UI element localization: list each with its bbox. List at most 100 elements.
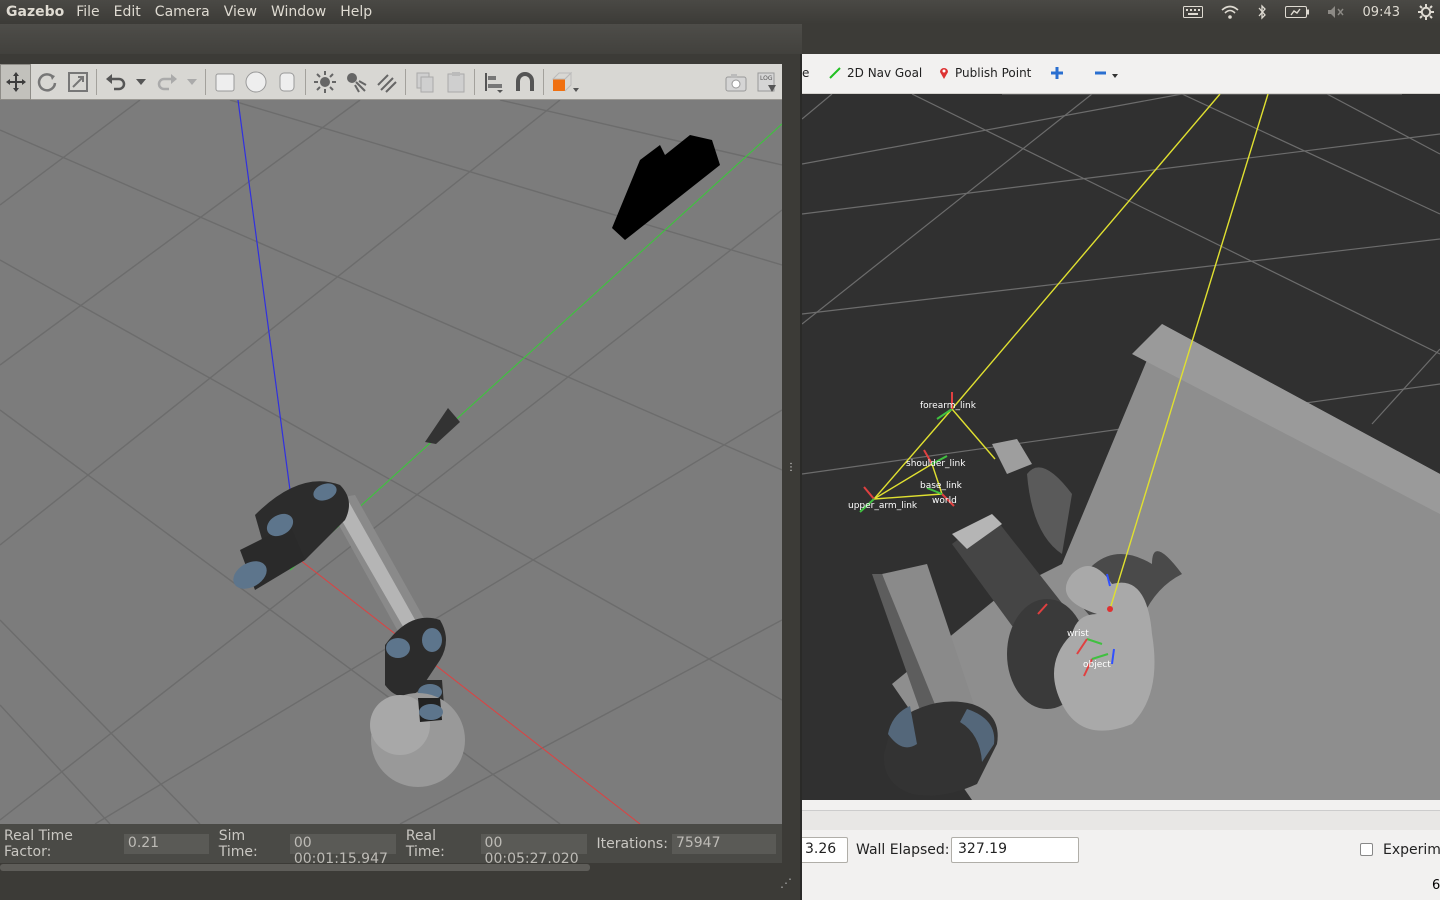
nav-goal-icon — [829, 67, 841, 79]
cylinder-shape-button[interactable] — [271, 64, 302, 100]
align-icon — [484, 72, 503, 93]
wall-elapsed-label: Wall Elapsed: — [856, 842, 950, 858]
snap-button[interactable] — [509, 64, 540, 100]
minus-icon — [1095, 71, 1118, 78]
redo-icon — [157, 73, 177, 90]
menu-view[interactable]: View — [224, 4, 257, 20]
menu-window[interactable]: Window — [271, 4, 326, 20]
wall-elapsed-field[interactable]: 327.19 — [951, 837, 1079, 863]
system-tray: 09:43 — [1182, 0, 1440, 24]
toolbar-separator — [205, 68, 206, 95]
keyboard-icon[interactable] — [1182, 6, 1203, 18]
gazebo-toolbar: LOG — [0, 63, 782, 100]
spotlight-icon — [346, 72, 366, 92]
real-time-value: 00 00:05:27.020 — [480, 833, 587, 867]
spot-light-button[interactable] — [340, 64, 371, 100]
gazebo-titlebar — [0, 24, 802, 54]
resize-grip[interactable]: ⋰ — [780, 876, 792, 890]
system-top-bar: Gazebo File Edit Camera View Window Help… — [0, 0, 1440, 24]
frame-label-forearm: forearm_link — [920, 401, 977, 411]
translate-mode-button[interactable] — [0, 63, 31, 100]
move-arrows-icon — [5, 71, 26, 92]
directional-light-button[interactable] — [371, 64, 402, 100]
frame-label-world: world — [932, 496, 957, 506]
gear-icon[interactable] — [1418, 4, 1434, 20]
sim-time-label: Sim Time: — [218, 827, 258, 860]
bluetooth-icon[interactable] — [1257, 4, 1267, 20]
scale-icon — [67, 71, 88, 92]
rviz-3d-view[interactable]: forearm_link shoulder_link base_link wor… — [802, 94, 1440, 800]
rviz-titlebar — [802, 24, 1440, 54]
toolbar-separator — [543, 68, 544, 95]
undo-button[interactable] — [100, 64, 131, 100]
scrollbar-thumb[interactable] — [0, 864, 590, 871]
plus-icon — [1051, 67, 1063, 79]
kinect-sensor-model — [612, 135, 720, 240]
sphere-shape-button[interactable] — [240, 64, 271, 100]
ur-robot-arm — [233, 481, 465, 787]
menu-camera[interactable]: Camera — [155, 4, 210, 20]
gazebo-statusbar: Real Time Factor: 0.21 Sim Time: 00 00:0… — [0, 824, 782, 867]
paste-button[interactable] — [440, 64, 471, 100]
x-axis — [299, 559, 641, 824]
camera-icon — [725, 73, 746, 91]
rviz-time-panel: 3.26 Wall Elapsed: 327.19 Experime — [798, 830, 1440, 870]
nav-goal-label: 2D Nav Goal — [847, 66, 923, 80]
experimental-label: Experime — [1383, 842, 1440, 858]
experimental-checkbox[interactable] — [1360, 843, 1373, 856]
toolbar-separator — [305, 68, 306, 95]
sphere-icon — [245, 71, 266, 92]
horizontal-scrollbar[interactable] — [0, 863, 782, 873]
frame-label-upper-arm: upper_arm_link — [848, 501, 918, 511]
real-time-label: Real Time: — [405, 827, 445, 860]
paste-icon — [447, 71, 464, 92]
gazebo-window: LOG Real Time Factor: 0.21 Sim Time: 00 … — [0, 24, 802, 900]
menu-file[interactable]: File — [76, 4, 99, 20]
remove-tool-button[interactable] — [1094, 66, 1120, 80]
add-tool-button[interactable] — [1050, 66, 1064, 80]
align-button[interactable] — [478, 64, 509, 100]
volume-muted-icon[interactable] — [1327, 5, 1345, 19]
toolbar-separator — [96, 68, 97, 95]
menu-edit[interactable]: Edit — [114, 4, 141, 20]
sun-icon — [313, 70, 336, 93]
screenshot-button[interactable] — [720, 64, 751, 100]
redo-button[interactable] — [151, 64, 182, 100]
frame-label-wrist: wrist — [1067, 629, 1089, 639]
gazebo-3d-view[interactable] — [0, 100, 782, 824]
menu-help[interactable]: Help — [340, 4, 372, 20]
rviz-grid — [802, 94, 1440, 475]
directional-light-icon — [376, 73, 397, 93]
log-button[interactable]: LOG — [751, 64, 782, 100]
wifi-icon[interactable] — [1221, 5, 1239, 19]
publish-point-label: Publish Point — [955, 66, 1032, 80]
copy-button[interactable] — [409, 64, 440, 100]
chevron-down-icon — [187, 78, 197, 85]
frame-label-object: object — [1083, 660, 1111, 670]
svg-text:LOG: LOG — [760, 75, 773, 82]
publish-point-tool[interactable]: Publish Point — [938, 66, 1031, 80]
cut-tool-label[interactable]: e — [802, 66, 809, 80]
box-icon — [215, 73, 234, 91]
rtf-label: Real Time Factor: — [4, 827, 73, 860]
battery-icon[interactable] — [1284, 6, 1309, 18]
ros-elapsed-field[interactable]: 3.26 — [798, 837, 848, 863]
rotate-mode-button[interactable] — [31, 64, 62, 100]
fps-readout: 6 — [1432, 878, 1440, 893]
splitter-handle[interactable]: ⋮ — [786, 462, 796, 473]
app-name: Gazebo — [6, 4, 65, 20]
frame-label-shoulder: shoulder_link — [906, 459, 966, 469]
undo-history-dropdown[interactable] — [131, 64, 151, 100]
box-shape-button[interactable] — [209, 64, 240, 100]
scale-mode-button[interactable] — [62, 64, 93, 100]
rviz-statusbar: 6 — [802, 870, 1440, 900]
view-angle-button[interactable] — [547, 64, 585, 100]
clock[interactable]: 09:43 — [1363, 5, 1400, 20]
nav-goal-tool[interactable]: 2D Nav Goal — [828, 66, 922, 80]
sensor-shadow — [425, 408, 460, 444]
iterations-label: Iterations: — [596, 835, 668, 852]
rviz-time-panel-header — [802, 810, 1440, 830]
redo-history-dropdown[interactable] — [182, 64, 202, 100]
point-light-button[interactable] — [309, 64, 340, 100]
magnet-icon — [515, 71, 534, 91]
